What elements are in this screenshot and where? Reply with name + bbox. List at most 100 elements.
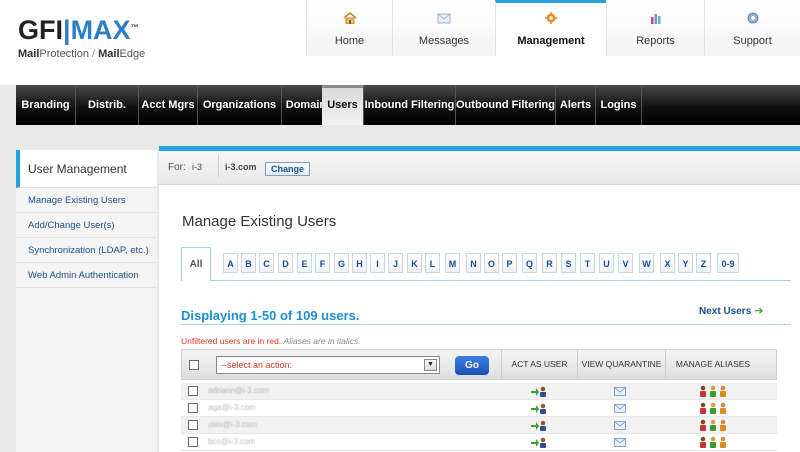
logo-tm: ™ xyxy=(130,23,139,32)
support-icon xyxy=(747,12,758,24)
topnav-support-label: Support xyxy=(733,35,772,47)
alpha-letter-q[interactable]: Q xyxy=(522,253,537,273)
main-nav: Branding Distrib. Acct Mgrs Organization… xyxy=(16,85,800,125)
nav-branding[interactable]: Branding xyxy=(16,85,76,125)
chevron-down-icon: ▼ xyxy=(424,359,437,371)
content-panel: For: i-3 i-3.com Change Manage Existing … xyxy=(159,146,800,452)
home-icon xyxy=(343,12,356,24)
nav-distrib[interactable]: Distrib. xyxy=(76,85,139,125)
logo-sub-protection: Protection xyxy=(39,48,89,60)
next-users-link[interactable]: Next Users ➔ xyxy=(699,304,763,317)
topnav-messages[interactable]: Messages xyxy=(392,0,495,56)
alpha-letter-i[interactable]: I xyxy=(370,253,385,273)
top-nav: Home Messages Management Reports Support xyxy=(306,0,800,56)
envelope-icon xyxy=(437,13,451,24)
act-as-user-icon[interactable] xyxy=(531,420,547,431)
nav-inbound-filtering[interactable]: Inbound Filtering xyxy=(364,85,456,125)
alpha-letter-o[interactable]: O xyxy=(484,253,499,273)
select-all-checkbox[interactable] xyxy=(189,360,199,370)
gear-icon xyxy=(545,12,557,24)
topnav-home-label: Home xyxy=(334,35,365,47)
nav-organizations[interactable]: Organizations xyxy=(198,85,282,125)
nav-users[interactable]: Users xyxy=(322,85,364,125)
alpha-letter-c[interactable]: C xyxy=(259,253,274,273)
sidebar-title: User Management xyxy=(16,150,157,188)
nav-alerts[interactable]: Alerts xyxy=(556,85,596,125)
action-select[interactable]: --select an action: ▼ xyxy=(216,356,440,374)
alpha-letter-b[interactable]: B xyxy=(241,253,256,273)
envelope-icon[interactable] xyxy=(614,387,626,396)
alpha-letter-s[interactable]: S xyxy=(561,253,576,273)
alpha-letter-k[interactable]: K xyxy=(407,253,422,273)
topnav-home[interactable]: Home xyxy=(306,0,392,56)
topnav-management[interactable]: Management xyxy=(495,0,606,56)
sidebar-item-manage-existing-users[interactable]: Manage Existing Users xyxy=(16,188,157,213)
act-as-user-icon[interactable] xyxy=(531,437,547,448)
sidebar-item-web-admin-auth[interactable]: Web Admin Authentication xyxy=(16,263,157,288)
manage-aliases-icon[interactable] xyxy=(698,419,728,431)
user-email[interactable]: adriann@i-3.com xyxy=(208,386,269,395)
alpha-letter-r[interactable]: R xyxy=(542,253,557,273)
alpha-letter-p[interactable]: P xyxy=(502,253,517,273)
sidebar-item-add-change-users[interactable]: Add/Change User(s) xyxy=(16,213,157,238)
for-distributor[interactable]: i-3 xyxy=(192,162,202,172)
row-checkbox[interactable] xyxy=(188,403,198,413)
row-checkbox[interactable] xyxy=(188,437,198,447)
nav-outbound-filtering[interactable]: Outbound Filtering xyxy=(456,85,556,125)
alpha-letter-g[interactable]: G xyxy=(334,253,349,273)
user-email[interactable]: alex@i-3.com xyxy=(208,420,257,429)
change-button[interactable]: Change xyxy=(265,162,311,176)
alpha-letter-v[interactable]: V xyxy=(618,253,633,273)
next-users-label: Next Users xyxy=(699,306,752,317)
envelope-icon[interactable] xyxy=(614,404,626,413)
alpha-letter-l[interactable]: L xyxy=(425,253,440,273)
alpha-letter-z[interactable]: Z xyxy=(696,253,711,273)
alpha-letter-y[interactable]: Y xyxy=(678,253,693,273)
display-count: Displaying 1-50 of 109 users. xyxy=(181,308,360,323)
alpha-letter-n[interactable]: N xyxy=(466,253,481,273)
alpha-letter-e[interactable]: E xyxy=(297,253,312,273)
alpha-tab-all[interactable]: All xyxy=(181,247,211,281)
manage-aliases-icon[interactable] xyxy=(698,402,728,414)
arrow-right-icon: ➔ xyxy=(754,305,764,317)
envelope-icon[interactable] xyxy=(614,421,626,430)
nav-logins[interactable]: Logins xyxy=(596,85,642,125)
topnav-reports-label: Reports xyxy=(636,35,675,47)
logo[interactable]: GFI|MAX™ MailProtection / MailEdge xyxy=(18,16,168,68)
go-button[interactable]: Go xyxy=(455,356,489,375)
alpha-letter-j[interactable]: J xyxy=(388,253,403,273)
sidebar-item-synchronization[interactable]: Synchronization (LDAP, etc.) xyxy=(16,238,157,263)
alpha-letter-d[interactable]: D xyxy=(278,253,293,273)
topnav-management-label: Management xyxy=(517,35,585,47)
logo-sub-mail1: Mail xyxy=(18,48,40,60)
alpha-letter-x[interactable]: X xyxy=(660,253,675,273)
alpha-letter-a[interactable]: A xyxy=(223,253,238,273)
user-email[interactable]: aga@i-3.com xyxy=(208,403,256,412)
page-title: Manage Existing Users xyxy=(182,213,337,230)
act-as-user-icon[interactable] xyxy=(531,386,547,397)
logo-sub-edge: Edge xyxy=(119,48,146,60)
alpha-letter-m[interactable]: M xyxy=(445,253,460,273)
row-checkbox[interactable] xyxy=(188,386,198,396)
logo-sub-sep: / xyxy=(88,48,99,60)
for-organization[interactable]: i-3.com xyxy=(225,162,257,172)
logo-sub-mail2: Mail xyxy=(98,48,120,60)
alpha-letter-w[interactable]: W xyxy=(639,253,654,273)
topnav-support[interactable]: Support xyxy=(704,0,800,56)
act-as-user-icon[interactable] xyxy=(531,403,547,414)
alpha-letter-t[interactable]: T xyxy=(580,253,595,273)
col-manage-aliases: MANAGE ALIASES xyxy=(665,350,760,379)
manage-aliases-icon[interactable] xyxy=(698,385,728,397)
alpha-letter-u[interactable]: U xyxy=(599,253,614,273)
row-checkbox[interactable] xyxy=(188,420,198,430)
alpha-letter-f[interactable]: F xyxy=(315,253,330,273)
manage-aliases-icon[interactable] xyxy=(698,436,728,448)
col-view-quarantine: VIEW QUARANTINE xyxy=(577,350,665,379)
envelope-icon[interactable] xyxy=(614,438,626,447)
user-email[interactable]: bco@i-3.com xyxy=(208,437,255,446)
topnav-reports[interactable]: Reports xyxy=(606,0,704,56)
legend-aliases: Aliases are in italics. xyxy=(283,336,361,346)
nav-acct-mgrs[interactable]: Acct Mgrs xyxy=(139,85,198,125)
alpha-letter-0-9[interactable]: 0-9 xyxy=(717,253,739,273)
alpha-letter-h[interactable]: H xyxy=(352,253,367,273)
